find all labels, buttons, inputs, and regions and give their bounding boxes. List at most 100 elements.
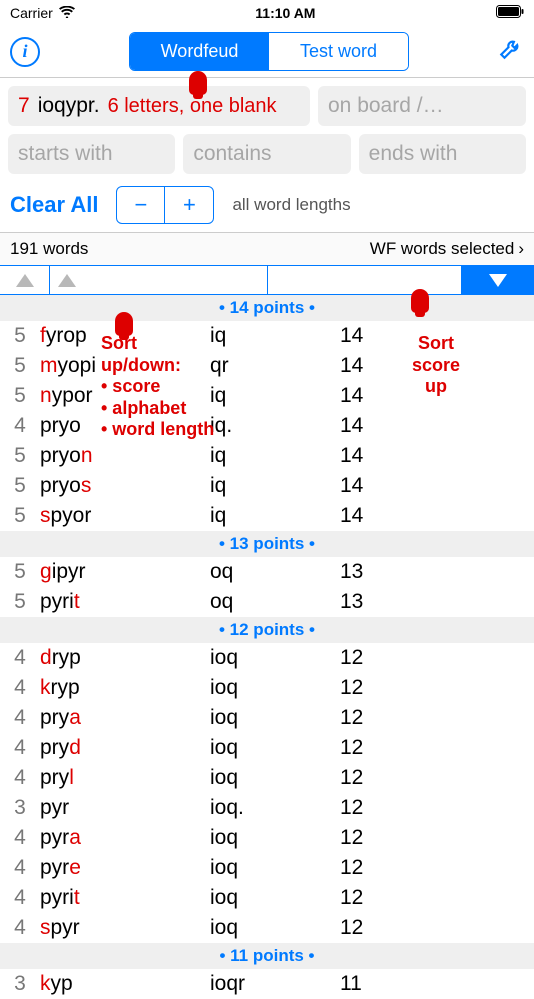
- word-row[interactable]: 3pyrioq.12: [0, 793, 534, 823]
- length-stepper: − +: [116, 186, 214, 224]
- word-row[interactable]: 4pryoiq.14: [0, 411, 534, 441]
- word-row[interactable]: 3kypioqr11: [0, 969, 534, 999]
- word-row[interactable]: 4krypioq12: [0, 673, 534, 703]
- tab-test-word[interactable]: Test word: [269, 33, 408, 70]
- remaining-letters: ioq: [210, 736, 340, 760]
- word: pyra: [40, 826, 210, 850]
- score: 13: [340, 560, 420, 584]
- sort-alpha[interactable]: [50, 266, 268, 294]
- remaining-letters: iq.: [210, 414, 340, 438]
- settings-button[interactable]: [498, 35, 524, 68]
- word-row[interactable]: 5pryoniq14: [0, 441, 534, 471]
- remaining-letters: ioq.: [210, 796, 340, 820]
- on-board-input[interactable]: on board /…: [318, 86, 526, 126]
- remaining-letters: ioq: [210, 676, 340, 700]
- word-length: 4: [0, 676, 40, 700]
- word-row[interactable]: 5nyporiq14: [0, 381, 534, 411]
- word-row[interactable]: 5pyritoq13: [0, 587, 534, 617]
- word-length: 4: [0, 766, 40, 790]
- word-row[interactable]: 4prylioq12: [0, 763, 534, 793]
- word-row[interactable]: 4pyreioq12: [0, 853, 534, 883]
- word-row[interactable]: 5myopiqr14: [0, 351, 534, 381]
- info-button[interactable]: i: [10, 37, 40, 67]
- remaining-letters: ioq: [210, 856, 340, 880]
- word-row[interactable]: 5pryosiq14: [0, 471, 534, 501]
- word: dryp: [40, 646, 210, 670]
- count-row: 191 words WF words selected ›: [0, 232, 534, 265]
- word: pryd: [40, 736, 210, 760]
- word: gipyr: [40, 560, 210, 584]
- stepper-minus[interactable]: −: [117, 187, 165, 223]
- score: 12: [340, 676, 420, 700]
- ends-with-input[interactable]: ends with: [359, 134, 526, 174]
- score: 14: [340, 354, 420, 378]
- score: 12: [340, 646, 420, 670]
- word-row[interactable]: 4pryaioq12: [0, 703, 534, 733]
- status-bar: Carrier 11:10 AM: [0, 0, 534, 26]
- score: 14: [340, 324, 420, 348]
- dictionary-selector[interactable]: WF words selected ›: [370, 239, 524, 259]
- remaining-letters: iq: [210, 444, 340, 468]
- all-lengths-label: all word lengths: [232, 195, 350, 215]
- word-length: 4: [0, 826, 40, 850]
- word: nypor: [40, 384, 210, 408]
- mode-segmented-control: Wordfeud Test word: [129, 32, 409, 71]
- remaining-letters: ioq: [210, 916, 340, 940]
- contains-input[interactable]: contains: [183, 134, 350, 174]
- word: spyor: [40, 504, 210, 528]
- remaining-letters: ioq: [210, 826, 340, 850]
- word: pyr: [40, 796, 210, 820]
- score: 11: [340, 972, 420, 996]
- word-length: 5: [0, 354, 40, 378]
- score: 14: [340, 444, 420, 468]
- word-row[interactable]: 4drypioq12: [0, 643, 534, 673]
- word-row[interactable]: 4pyraioq12: [0, 823, 534, 853]
- sort-length[interactable]: [0, 266, 50, 294]
- word-length: 5: [0, 590, 40, 614]
- word: pryl: [40, 766, 210, 790]
- word: pyrit: [40, 590, 210, 614]
- word-row[interactable]: 4prydioq12: [0, 733, 534, 763]
- word: pyre: [40, 856, 210, 880]
- word: prya: [40, 706, 210, 730]
- remaining-letters: iq: [210, 474, 340, 498]
- sort-score-active[interactable]: [462, 266, 534, 294]
- remaining-letters: ioq: [210, 706, 340, 730]
- score: 14: [340, 504, 420, 528]
- score: 13: [340, 590, 420, 614]
- tab-wordfeud[interactable]: Wordfeud: [130, 33, 269, 70]
- stepper-plus[interactable]: +: [165, 187, 213, 223]
- remaining-letters: iq: [210, 384, 340, 408]
- word: fyrop: [40, 324, 210, 348]
- word-row[interactable]: 5gipyroq13: [0, 557, 534, 587]
- section-header: • 13 points •: [0, 531, 534, 557]
- word: myopi: [40, 354, 210, 378]
- word-row[interactable]: 4spyrioq12: [0, 913, 534, 943]
- letter-count: 7: [18, 94, 30, 118]
- letters-input[interactable]: 7 ioqypr. 6 letters, one blank: [8, 86, 310, 126]
- starts-with-input[interactable]: starts with: [8, 134, 175, 174]
- word-length: 5: [0, 444, 40, 468]
- remaining-letters: qr: [210, 354, 340, 378]
- word-length: 5: [0, 504, 40, 528]
- word: pryos: [40, 474, 210, 498]
- letters-status: 6 letters, one blank: [108, 95, 277, 118]
- word: pryon: [40, 444, 210, 468]
- carrier-label: Carrier: [10, 5, 53, 21]
- word-row[interactable]: 5spyoriq14: [0, 501, 534, 531]
- remaining-letters: oq: [210, 590, 340, 614]
- results-list[interactable]: • 14 points •5fyropiq145myopiqr145nypori…: [0, 295, 534, 999]
- word-row[interactable]: 5fyropiq14: [0, 321, 534, 351]
- word: kryp: [40, 676, 210, 700]
- score: 12: [340, 796, 420, 820]
- word-length: 5: [0, 384, 40, 408]
- clear-all-button[interactable]: Clear All: [10, 192, 98, 218]
- score: 12: [340, 736, 420, 760]
- word-length: 4: [0, 916, 40, 940]
- word-row[interactable]: 4pyritioq12: [0, 883, 534, 913]
- sort-mid[interactable]: [268, 266, 462, 294]
- score: 14: [340, 414, 420, 438]
- score: 12: [340, 826, 420, 850]
- word: pryo: [40, 414, 210, 438]
- word-length: 4: [0, 886, 40, 910]
